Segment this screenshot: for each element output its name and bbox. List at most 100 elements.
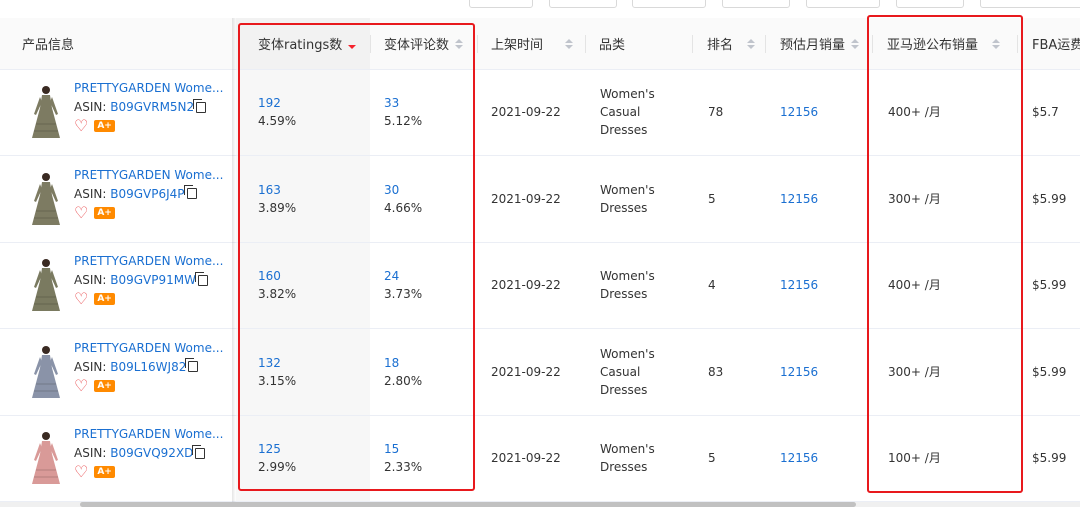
aplus-badge: A+	[94, 206, 115, 219]
product-name-link[interactable]: PRETTYGARDEN Wome...	[74, 254, 223, 268]
badge-group: ♡ A+	[74, 204, 115, 220]
toolbar-control[interactable]	[806, 0, 880, 8]
asin-link[interactable]: B09L16WJ82	[110, 360, 186, 374]
aplus-badge: A+	[94, 379, 115, 392]
est-sales-cell: 12156	[780, 329, 818, 415]
product-thumbnail[interactable]	[26, 430, 66, 486]
badge-group: ♡ A+	[74, 377, 115, 393]
header-listing-date[interactable]: 上架时间	[491, 18, 574, 69]
heart-icon[interactable]: ♡	[74, 291, 88, 307]
rank-cell: 5	[708, 451, 716, 466]
header-rank[interactable]: 排名	[707, 18, 756, 69]
est-sales-cell: 12156	[780, 415, 818, 501]
heart-icon[interactable]: ♡	[74, 464, 88, 480]
category-text: Women's	[600, 87, 655, 101]
asin-label: ASIN:	[74, 446, 107, 461]
sort-caret-icon[interactable]	[851, 38, 860, 49]
asin-link[interactable]: B09GVRM5N2	[110, 100, 194, 114]
sort-caret-icon[interactable]	[747, 38, 756, 49]
est-sales-link[interactable]: 12156	[780, 103, 818, 121]
category-cell: Women's Casual Dresses	[600, 69, 655, 155]
category-cell: Women's Dresses	[600, 156, 655, 242]
product-name-link[interactable]: PRETTYGARDEN Wome...	[74, 427, 223, 441]
rank-cell: 78	[708, 105, 724, 119]
copy-icon[interactable]	[194, 271, 208, 286]
est-sales-cell: 12156	[780, 242, 818, 328]
asin-label: ASIN:	[74, 186, 107, 201]
copy-icon[interactable]	[185, 358, 199, 373]
asin-label: ASIN:	[74, 273, 107, 288]
est-sales-link[interactable]: 12156	[780, 190, 818, 208]
asin-line: ASIN: B09GVRM5N2	[74, 98, 207, 114]
toolbar-control[interactable]	[549, 0, 617, 8]
asin-line: ASIN: B09GVP91MW	[74, 271, 208, 288]
fba-fee-cell: $5.99	[1032, 364, 1067, 379]
est-sales-link[interactable]: 12156	[780, 276, 818, 294]
asin-line: ASIN: B09GVQ92XD	[74, 444, 206, 461]
column-divider	[692, 35, 693, 53]
category-text: Dresses	[600, 200, 648, 215]
toolbar-control[interactable]	[896, 0, 964, 8]
rank-cell: 4	[708, 278, 716, 293]
toolbar-control[interactable]	[980, 0, 1080, 8]
est-sales-cell: 12156	[780, 69, 818, 155]
heart-icon[interactable]: ♡	[74, 118, 88, 134]
fba-fee-cell: $5.99	[1032, 191, 1067, 206]
product-name-link[interactable]: PRETTYGARDEN Wome...	[74, 168, 223, 182]
toolbar-control[interactable]	[632, 0, 706, 8]
header-fba-fee: FBA运费	[1032, 38, 1080, 53]
product-name-link[interactable]: PRETTYGARDEN Wome...	[74, 81, 223, 95]
horizontal-scrollbar-thumb[interactable]	[80, 502, 856, 507]
asin-label: ASIN:	[74, 100, 107, 114]
highlight-box-variant-columns	[238, 23, 475, 491]
asin-link[interactable]: B09GVP91MW	[110, 273, 196, 287]
copy-icon[interactable]	[183, 185, 197, 200]
aplus-badge: A+	[94, 120, 115, 132]
category-text: Dresses	[600, 287, 648, 302]
product-thumbnail[interactable]	[26, 257, 66, 313]
header-product-info: 产品信息	[22, 38, 75, 53]
product-thumbnail[interactable]	[26, 344, 66, 400]
asin-line: ASIN: B09GVP6J4P	[74, 185, 197, 201]
asin-link[interactable]: B09GVP6J4P	[110, 187, 184, 201]
category-cell: Women's Dresses	[600, 242, 655, 328]
column-divider	[477, 35, 478, 53]
header-est-monthly-sales[interactable]: 预估月销量	[780, 18, 860, 69]
category-cell: Women's Dresses	[600, 415, 655, 501]
listing-date-cell: 2021-09-22	[491, 364, 561, 379]
asin-label: ASIN:	[74, 359, 107, 374]
est-sales-link[interactable]: 12156	[780, 363, 818, 381]
sort-caret-icon[interactable]	[565, 38, 574, 49]
asin-line: ASIN: B09L16WJ82	[74, 358, 199, 374]
badge-group: ♡ A+	[74, 118, 115, 134]
category-text: Women's	[600, 182, 655, 197]
listing-date-cell: 2021-09-22	[491, 278, 561, 293]
column-divider	[765, 35, 766, 53]
aplus-badge: A+	[94, 466, 115, 479]
listing-date-cell: 2021-09-22	[491, 451, 561, 466]
category-text: Dresses	[600, 382, 648, 397]
listing-date-cell: 2021-09-22	[491, 191, 561, 206]
asin-link[interactable]: B09GVQ92XD	[110, 446, 193, 460]
rank-cell: 83	[708, 364, 724, 379]
heart-icon[interactable]: ♡	[74, 377, 88, 393]
category-text: Casual	[600, 364, 641, 379]
category-text: Women's	[600, 442, 655, 457]
copy-icon[interactable]	[193, 98, 207, 113]
toolbar-control[interactable]	[722, 0, 790, 8]
fba-fee-cell: $5.99	[1032, 451, 1067, 466]
est-sales-cell: 12156	[780, 156, 818, 242]
heart-icon[interactable]: ♡	[74, 204, 88, 220]
est-sales-link[interactable]: 12156	[780, 449, 818, 467]
toolbar-control[interactable]	[469, 0, 533, 8]
copy-icon[interactable]	[192, 444, 206, 459]
category-text: Casual	[600, 105, 641, 119]
fba-fee-cell: $5.99	[1032, 278, 1067, 293]
category-text: Dresses	[600, 460, 648, 475]
product-thumbnail[interactable]	[26, 171, 66, 227]
category-text: Dresses	[600, 123, 648, 137]
product-name-link[interactable]: PRETTYGARDEN Wome...	[74, 341, 223, 355]
product-thumbnail[interactable]	[26, 84, 66, 140]
highlight-box-amazon-sales	[867, 15, 1023, 493]
rank-cell: 5	[708, 191, 716, 206]
